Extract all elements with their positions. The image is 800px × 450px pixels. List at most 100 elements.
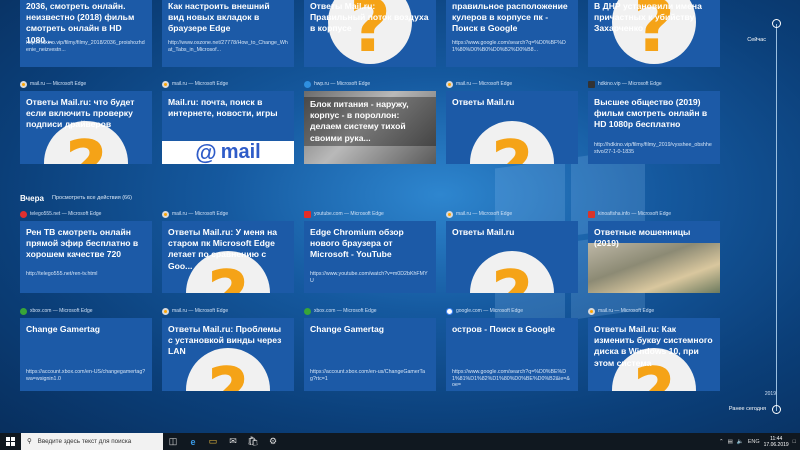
at-icon: @	[195, 139, 217, 165]
tile-source: mail.ru — Microsoft Edge	[162, 305, 228, 317]
clock[interactable]: 11:44 17.06.2019	[764, 436, 789, 448]
t-favicon-icon	[20, 210, 27, 218]
task-view-icon[interactable]: ◫	[163, 433, 183, 450]
mail-favicon-icon	[588, 307, 595, 315]
volume-icon[interactable]: 🔈	[737, 439, 744, 445]
tile-url: https://www.google.com/search?q=%D0%BE%D…	[452, 369, 570, 389]
activity-tile[interactable]: 2036, смотреть онлайн. неизвестно (2018)…	[20, 0, 152, 67]
clock-date: 17.06.2019	[763, 441, 789, 448]
see-all-activities-link[interactable]: Просмотреть все действия (66)	[52, 195, 132, 201]
tile-title: Edge Chromium обзор нового браузера от M…	[310, 227, 404, 260]
activity-tile[interactable]: @ mail Mail.ru: почта, поиск в интернете, …	[162, 91, 294, 164]
timeline-earlier-handle[interactable]	[772, 405, 781, 414]
tile-title: Высшее общество (2019) фильм смотреть он…	[594, 97, 708, 130]
mail-favicon-icon	[446, 80, 453, 88]
activity-tile[interactable]: Change Gamertag https://account.xbox.com/…	[20, 318, 152, 391]
activity-tile[interactable]: Change Gamertag https://account.xbox.com/…	[304, 318, 436, 391]
timeline-now-handle[interactable]	[772, 19, 781, 28]
activity-tile[interactable]: Ответы Mail.ru	[446, 91, 578, 164]
xbox-favicon-icon	[304, 307, 311, 315]
activity-tile[interactable]: Ответы Mail.ru	[446, 221, 578, 293]
tile-title: Ответы Mail.ru: что будет если включить …	[26, 97, 135, 130]
tile-source-label: mail.ru — Microsoft Edge	[172, 308, 229, 314]
mail-favicon-icon	[162, 210, 169, 218]
tile-source: mail.ru — Microsoft Edge	[588, 305, 654, 317]
tile-source: mail.ru — Microsoft Edge	[446, 208, 512, 220]
notifications-icon[interactable]: □	[793, 439, 796, 445]
mail-icon[interactable]: ✉	[223, 433, 243, 450]
activity-tile[interactable]: остров - Поиск в Google https://www.googl…	[446, 318, 578, 391]
tile-title: Mail.ru: почта, поиск в интернете, новос…	[168, 97, 278, 119]
activity-tile[interactable]: Edge Chromium обзор нового браузера от M…	[304, 221, 436, 293]
mail-favicon-icon	[162, 307, 169, 315]
file-explorer-icon[interactable]: ▭	[203, 433, 223, 450]
tile-source-label: google.com — Microsoft Edge	[456, 308, 523, 314]
tile-source: hwp.ru — Microsoft Edge	[304, 78, 370, 90]
tile-source-label: xbox.com — Microsoft Edge	[314, 308, 377, 314]
question-mark-icon	[470, 121, 554, 164]
xbox-favicon-icon	[20, 307, 27, 315]
start-button[interactable]	[0, 433, 21, 450]
tile-title: Ответы Mail.ru: Как изменить букву систе…	[594, 324, 713, 368]
tile-title: остров - Поиск в Google	[452, 324, 555, 334]
tile-source-label: mail.ru — Microsoft Edge	[172, 81, 229, 87]
tile-source: google.com — Microsoft Edge	[446, 305, 523, 317]
chevron-up-icon[interactable]: ⌃	[719, 439, 724, 445]
mail-favicon-icon	[162, 80, 169, 88]
tile-title: Как настроить внешний вид новых вкладок …	[168, 1, 270, 34]
activity-tile[interactable]: Рен ТВ смотреть онлайн прямой эфир беспл…	[20, 221, 152, 293]
tile-title: Ответы Mail.ru: Проблемы с установкой ви…	[168, 324, 282, 357]
tile-source-label: mail.ru — Microsoft Edge	[456, 81, 513, 87]
mail-favicon-icon	[20, 80, 27, 88]
activity-tile[interactable]: В ДНР установили имена причастных к убий…	[588, 0, 720, 67]
g-favicon-icon	[446, 307, 453, 315]
activity-tile[interactable]: Ответные мошенницы (2019)	[588, 221, 720, 293]
taskbar: ⚲ Введите здесь текст для поиска ◫ e ▭ ✉…	[0, 433, 800, 450]
taskbar-search-box[interactable]: ⚲ Введите здесь текст для поиска	[21, 433, 163, 450]
tile-source: xbox.com — Microsoft Edge	[304, 305, 377, 317]
tile-source-label: kinoafisha.info — Microsoft Edge	[598, 211, 672, 217]
question-mark-icon	[470, 251, 554, 293]
tile-url: https://www.google.com/search?q=%D0%BF%D…	[452, 40, 566, 53]
tile-url: https://account.xbox.com/en-US/changegam…	[26, 369, 146, 382]
timeline-scrollbar[interactable]	[776, 24, 777, 411]
tile-source-label: mail.ru — Microsoft Edge	[456, 211, 513, 217]
section-label-yesterday: Вчера	[20, 194, 44, 203]
activity-tile[interactable]: Блок питания - наружу, корпус - в поролл…	[304, 91, 436, 164]
tile-title: Рен ТВ смотреть онлайн прямой эфир беспл…	[26, 227, 139, 260]
tile-url: https://account.xbox.com/en-us/ChangeGam…	[310, 369, 426, 382]
activity-tile[interactable]: Ответы Mail.ru: Проблемы с установкой ви…	[162, 318, 294, 391]
tile-url: http://www.oszone.net/27778/How_to_Chang…	[168, 40, 288, 53]
activity-tile[interactable]: Ответы Mail.ru: что будет если включить …	[20, 91, 152, 164]
movie-poster-thumbnail	[588, 243, 720, 293]
search-icon: ⚲	[27, 438, 32, 445]
tile-source: mail.ru — Microsoft Edge	[162, 78, 228, 90]
tile-title: Ответные мошенницы (2019)	[594, 227, 691, 249]
mail-logo: @ mail	[162, 139, 294, 165]
tile-source-label: mail.ru — Microsoft Edge	[598, 308, 655, 314]
activity-tile[interactable]: Ответы Mail.ru: У меня на старом пк Micr…	[162, 221, 294, 293]
tile-title: правильное расположение кулеров в корпус…	[452, 1, 568, 34]
edge-icon[interactable]: e	[183, 433, 203, 450]
network-icon[interactable]: ▤	[728, 439, 733, 445]
tile-source: telego555.net — Microsoft Edge	[20, 208, 101, 220]
tile-title: Change Gamertag	[310, 324, 385, 334]
activity-tile[interactable]: Высшее общество (2019) фильм смотреть он…	[588, 91, 720, 164]
tile-source-label: mail.ru — Microsoft Edge	[172, 211, 229, 217]
tile-source: hdkino.vip — Microsoft Edge	[588, 78, 662, 90]
tile-source: youtube.com — Microsoft Edge	[304, 208, 384, 220]
tile-title: Ответы Mail.ru: Правильный поток воздуха…	[310, 1, 429, 34]
activity-tile[interactable]: Ответы Mail.ru: Правильный поток воздуха…	[304, 0, 436, 67]
activity-tile[interactable]: Как настроить внешний вид новых вкладок …	[162, 0, 294, 67]
tile-url: http://hdkino.vip/filmy/filmy_2018/2036_…	[26, 40, 145, 53]
hd-favicon-icon	[588, 80, 595, 88]
activity-tile[interactable]: Ответы Mail.ru: Как изменить букву систе…	[588, 318, 720, 391]
tile-source-label: youtube.com — Microsoft Edge	[314, 211, 384, 217]
tile-source: kinoafisha.info — Microsoft Edge	[588, 208, 671, 220]
tile-title: Ответы Mail.ru: У меня на старом пк Micr…	[168, 227, 278, 271]
store-icon[interactable]: 🛍	[243, 433, 263, 450]
lang-indicator[interactable]: ENG	[748, 439, 760, 445]
tile-source: mail.ru — Microsoft Edge	[162, 208, 228, 220]
settings-icon[interactable]: ⚙	[263, 433, 283, 450]
activity-tile[interactable]: правильное расположение кулеров в корпус…	[446, 0, 578, 67]
